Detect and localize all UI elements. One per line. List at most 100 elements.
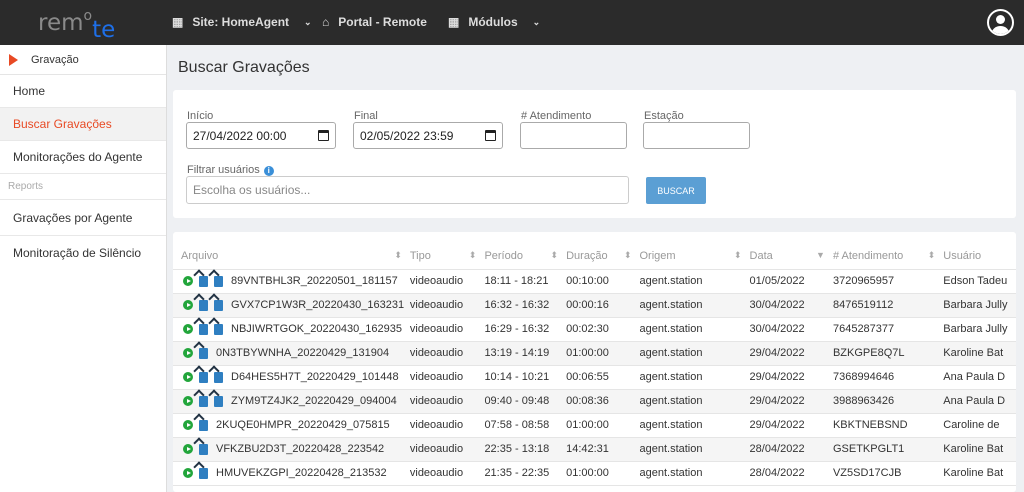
estacao-label: Estação [644,110,684,122]
duracao-cell: 01:00:00 [566,461,640,486]
sidebar-item-buscar-gravacoes[interactable]: Buscar Gravações [0,108,166,141]
origem-cell: agent.station [639,293,750,318]
column-header[interactable]: Duração ⬍ [566,244,640,270]
modules-label: Módulos [468,15,518,29]
download-file-icon[interactable] [199,443,208,455]
calendar-icon[interactable] [485,130,496,141]
table-row[interactable]: 0N3TBYWNHA_20220429_131904 videoaudio 13:1… [173,341,1016,366]
download-file-icon[interactable] [199,467,208,479]
sort-icon[interactable]: ⬍ [624,250,632,261]
file-name: VFKZBU2D3T_20220428_223542 [216,443,385,455]
site-label: Site: HomeAgent [192,15,290,29]
download-file-icon[interactable] [199,395,208,407]
data-cell: 30/04/2022 [749,317,833,342]
sort-icon[interactable]: ⬍ [551,250,559,261]
users-select[interactable]: Escolha os usuários... [186,176,629,204]
download-file-icon[interactable] [199,275,208,287]
end-date-input[interactable]: 02/05/2022 23:59 [353,122,503,149]
download-file-icon[interactable] [214,395,223,407]
sidebar-item-home[interactable]: Home [0,75,166,108]
arquivo-cell: D64HES5H7T_20220429_101448 [173,365,410,390]
section-label: Gravação [31,53,79,66]
table-row[interactable]: 89VNTBHL3R_20220501_181157 videoaudio 18:1… [173,269,1016,294]
table-row[interactable]: VFKZBU2D3T_20220428_223542 videoaudio 22:3… [173,437,1016,462]
download-file-icon[interactable] [214,371,223,383]
page-title: Buscar Gravações [178,59,310,76]
tipo-cell: videoaudio [409,293,485,318]
play-icon[interactable] [183,348,193,359]
arquivo-cell: HMUVEKZGPI_20220428_213532 [173,461,410,486]
atendimento-cell: 8476519112 [832,293,944,318]
usuario-cell: Ana Paula D [943,365,1016,390]
play-icon[interactable] [183,276,193,287]
info-icon[interactable]: i [263,166,274,176]
file-name: GVX7CP1W3R_20220430_163231 [231,299,405,311]
table-row[interactable]: GVX7CP1W3R_20220430_163231 videoaudio 16:3… [173,293,1016,318]
table-row[interactable]: HMUVEKZGPI_20220428_213532 videoaudio 21:3… [173,461,1016,486]
table-row[interactable]: NBJIWRTGOK_20220430_162935 videoaudio 16:2… [173,317,1016,342]
play-icon[interactable] [183,444,193,455]
duracao-cell: 14:42:31 [566,437,640,462]
sort-icon[interactable]: ⬍ [469,250,477,261]
download-file-icon[interactable] [214,299,223,311]
tipo-cell: videoaudio [409,461,485,486]
column-header[interactable]: Data ▼ [749,244,833,270]
column-header[interactable]: Tipo ⬍ [409,244,485,270]
duracao-cell: 00:06:55 [566,365,640,390]
arquivo-cell: NBJIWRTGOK_20220430_162935 [173,317,410,342]
file-name: NBJIWRTGOK_20220430_162935 [231,323,403,335]
download-file-icon[interactable] [199,347,208,359]
estacao-input[interactable] [643,122,750,149]
user-avatar-icon[interactable] [987,9,1014,36]
periodo-cell: 16:29 - 16:32 [484,317,567,342]
data-cell: 29/04/2022 [749,389,833,414]
play-icon[interactable] [183,420,193,431]
sort-icon[interactable]: ⬍ [734,250,742,261]
play-icon[interactable] [183,396,193,407]
atendimento-cell: VZ5SD17CJB [832,461,944,486]
sort-desc-icon[interactable]: ▼ [816,250,825,260]
site-selector[interactable]: ▦ Site: HomeAgent ⌄ [172,15,312,29]
column-header[interactable]: Usuário [943,244,1016,270]
sidebar-item-gravacoes-por-agente[interactable]: Gravações por Agente [0,200,166,236]
column-header[interactable]: Arquivo ⬍ [173,244,410,270]
table-row[interactable]: D64HES5H7T_20220429_101448 videoaudio 10:1… [173,365,1016,390]
download-file-icon[interactable] [199,371,208,383]
usuario-cell: Barbara Jully [943,293,1016,318]
grid-icon: ▦ [448,15,460,29]
sidebar: Gravação Home Buscar Gravações Monitoraç… [0,45,167,492]
calendar-icon[interactable] [318,130,329,141]
download-file-icon[interactable] [199,299,208,311]
file-name: D64HES5H7T_20220429_101448 [231,371,399,383]
download-file-icon[interactable] [199,323,208,335]
download-file-icon[interactable] [199,419,208,431]
download-file-icon[interactable] [214,323,223,335]
file-name: 0N3TBYWNHA_20220429_131904 [216,347,390,359]
sort-icon[interactable]: ⬍ [928,250,936,261]
periodo-cell: 07:58 - 08:58 [484,413,567,438]
start-date-input[interactable]: 27/04/2022 00:00 [186,122,336,149]
data-cell: 28/04/2022 [749,461,833,486]
column-header[interactable]: Período ⬍ [484,244,567,270]
recordings-table: Arquivo ⬍ Tipo ⬍ Período ⬍ Duração ⬍ Origem ⬍ Data… [173,244,1016,486]
column-header[interactable]: Origem ⬍ [639,244,750,270]
end-value: 02/05/2022 23:59 [360,129,454,143]
search-button[interactable]: BUSCAR [646,177,706,204]
sort-icon[interactable]: ⬍ [394,250,402,261]
sidebar-item-monitoracao-silencio[interactable]: Monitoração de Silêncio [0,236,166,269]
column-header[interactable]: # Atendimento ⬍ [832,244,944,270]
play-icon[interactable] [183,324,193,335]
atendimento-cell: 3720965957 [832,269,944,294]
play-icon[interactable] [183,372,193,383]
origem-cell: agent.station [639,413,750,438]
play-icon [9,53,18,66]
modules-menu[interactable]: ▦ Módulos ⌄ [448,15,540,29]
atendimento-input[interactable] [520,122,627,149]
table-row[interactable]: ZYM9TZ4JK2_20220429_094004 videoaudio 09:4… [173,389,1016,414]
table-row[interactable]: 2KUQE0HMPR_20220429_075815 videoaudio 07:5… [173,413,1016,438]
play-icon[interactable] [183,300,193,311]
download-file-icon[interactable] [214,275,223,287]
play-icon[interactable] [183,468,193,479]
sidebar-item-monitoracoes[interactable]: Monitorações do Agente [0,141,166,174]
portal-link[interactable]: ⌂ Portal - Remote [322,15,427,29]
